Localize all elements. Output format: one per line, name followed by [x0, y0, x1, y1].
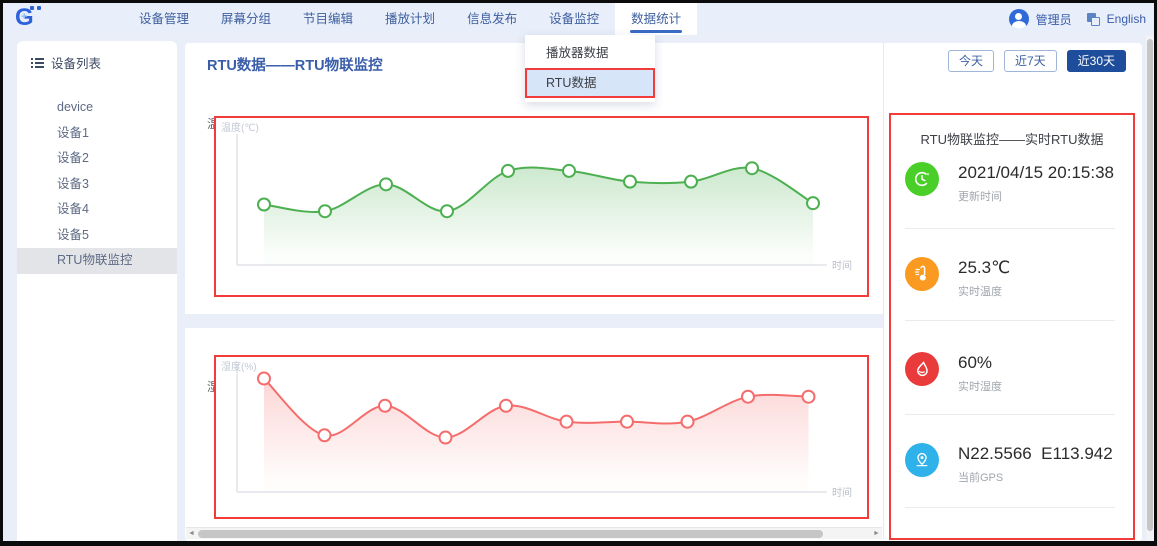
language-switch[interactable]: English — [1107, 12, 1146, 26]
realtime-humidity-item: 60% 实时湿度 — [905, 352, 1119, 410]
brand-logo-icon[interactable]: G + — [15, 3, 49, 33]
dropdown-item-label: RTU数据 — [546, 76, 596, 90]
date-range-label: 今天 — [959, 54, 983, 68]
current-gps-label: 当前GPS — [958, 469, 1003, 485]
statistics-dropdown-menu: 播放器数据 RTU数据 — [525, 35, 655, 102]
sidebar-item-label: 设备5 — [57, 228, 89, 242]
vertical-scrollbar-thumb[interactable] — [1147, 39, 1153, 531]
nav-tab[interactable]: 节目编辑 — [287, 3, 369, 35]
content-separator — [883, 43, 884, 539]
sidebar-device-item[interactable]: 设备2 — [17, 146, 177, 172]
nav-tab-label: 设备管理 — [139, 12, 189, 26]
scroll-right-arrow-icon[interactable]: ► — [871, 528, 882, 540]
realtime-humidity-value: 60% — [958, 353, 992, 373]
nav-tab-label: 屏幕分组 — [221, 12, 271, 26]
nav-tab-label: 播放计划 — [385, 12, 435, 26]
nav-tab-label: 数据统计 — [631, 12, 681, 26]
realtime-temperature-label: 实时温度 — [958, 283, 1002, 299]
panel-divider — [905, 320, 1115, 321]
nav-tab[interactable]: 设备监控 — [533, 3, 615, 35]
dropdown-item-label: 播放器数据 — [546, 46, 609, 60]
realtime-panel-title: RTU物联监控——实时RTU数据 — [891, 129, 1133, 148]
app-window: G + 设备管理 屏幕分组 节目编辑 播放计划 信息发布 设备监控 数据统计 — [0, 0, 1157, 546]
current-gps-value: N22.5566 E113.942 — [958, 444, 1113, 464]
sidebar-item-label: device — [57, 100, 93, 114]
nav-tab[interactable]: 屏幕分组 — [205, 3, 287, 35]
sidebar-header: 设备列表 — [31, 53, 101, 72]
sidebar-title: 设备列表 — [51, 53, 101, 72]
nav-tab-label: 节目编辑 — [303, 12, 353, 26]
sidebar-item-label: 设备2 — [57, 151, 89, 165]
sidebar-device-item[interactable]: 设备3 — [17, 172, 177, 198]
realtime-humidity-label: 实时湿度 — [958, 378, 1002, 394]
realtime-temperature-item: 25.3℃ 实时温度 — [905, 257, 1119, 315]
user-area: 管理员 English — [1009, 3, 1146, 35]
main-nav: 设备管理 屏幕分组 节目编辑 播放计划 信息发布 设备监控 数据统计 — [123, 3, 697, 35]
panel-divider — [905, 507, 1115, 508]
gps-icon — [905, 443, 939, 477]
nav-tab[interactable]: 数据统计 — [615, 3, 697, 35]
nav-tab-label: 设备监控 — [549, 12, 599, 26]
thermometer-icon — [905, 257, 939, 291]
realtime-rtu-panel: RTU物联监控——实时RTU数据 2021/04/15 20:15:38 更新时… — [889, 113, 1135, 540]
sidebar-device-item[interactable]: 设备1 — [17, 121, 177, 147]
sidebar-item-label: RTU物联监控 — [57, 253, 132, 267]
nav-tab-label: 信息发布 — [467, 12, 517, 26]
card-divider — [185, 314, 883, 328]
dropdown-menu-item[interactable]: 播放器数据 — [525, 38, 655, 68]
panel-divider — [905, 414, 1115, 415]
date-range-button[interactable]: 近30天 — [1067, 50, 1126, 72]
scroll-left-arrow-icon[interactable]: ◄ — [186, 528, 197, 540]
user-avatar-icon[interactable] — [1009, 9, 1029, 29]
top-navbar: G + 设备管理 屏幕分组 节目编辑 播放计划 信息发布 设备监控 数据统计 — [3, 3, 1154, 35]
svg-text:温度(℃): 温度(℃) — [221, 121, 259, 134]
page-title: RTU数据——RTU物联监控 — [207, 54, 383, 75]
temperature-chart: 温度(℃) 时间 — [214, 116, 869, 297]
current-gps-item: N22.5566 E113.942 当前GPS — [905, 443, 1119, 501]
dropdown-menu-item[interactable]: RTU数据 — [525, 68, 655, 98]
vertical-scrollbar[interactable] — [1146, 36, 1154, 541]
horizontal-scrollbar-thumb[interactable] — [198, 530, 823, 538]
user-name[interactable]: 管理员 — [1036, 11, 1072, 28]
date-range-label: 近7天 — [1015, 54, 1046, 68]
list-icon — [31, 57, 44, 69]
date-range-button[interactable]: 近7天 — [1004, 50, 1057, 72]
realtime-temperature-value: 25.3℃ — [958, 258, 1010, 278]
sidebar-device-item[interactable]: 设备4 — [17, 197, 177, 223]
date-range-label: 近30天 — [1078, 54, 1115, 68]
device-sidebar: 设备列表 device 设备1 设备2 设备3 设备4 设备5 RTU物联监控 — [17, 41, 177, 541]
panel-divider — [905, 228, 1115, 229]
update-time-label: 更新时间 — [958, 188, 1002, 204]
svg-text:湿度(%): 湿度(%) — [221, 360, 257, 373]
sidebar-item-label: 设备3 — [57, 177, 89, 191]
humidity-icon — [905, 352, 939, 386]
svg-text:时间: 时间 — [832, 259, 852, 272]
sidebar-device-item[interactable]: device — [17, 95, 177, 121]
sidebar-item-label: 设备4 — [57, 202, 89, 216]
device-list: device 设备1 设备2 设备3 设备4 设备5 RTU物联监控 — [17, 95, 177, 274]
sidebar-device-item[interactable]: RTU物联监控 — [17, 248, 177, 274]
translate-icon[interactable] — [1087, 13, 1100, 26]
date-range-buttons: 今天 近7天 近30天 — [948, 50, 1126, 72]
sidebar-device-item[interactable]: 设备5 — [17, 223, 177, 249]
horizontal-scrollbar[interactable]: ◄ ► — [186, 527, 882, 539]
nav-tab[interactable]: 设备管理 — [123, 3, 205, 35]
update-time-value: 2021/04/15 20:15:38 — [958, 163, 1114, 183]
sidebar-item-label: 设备1 — [57, 126, 89, 140]
nav-tab[interactable]: 播放计划 — [369, 3, 451, 35]
nav-tab[interactable]: 信息发布 — [451, 3, 533, 35]
refresh-time-icon — [905, 162, 939, 196]
main-content: RTU数据——RTU物联监控 今天 近7天 近30天 温度曲线图 温度(℃)时间… — [185, 43, 1142, 541]
update-time-item: 2021/04/15 20:15:38 更新时间 — [905, 162, 1119, 220]
humidity-chart: 湿度(%) 时间 — [214, 355, 869, 519]
svg-text:时间: 时间 — [832, 486, 852, 499]
date-range-button[interactable]: 今天 — [948, 50, 994, 72]
